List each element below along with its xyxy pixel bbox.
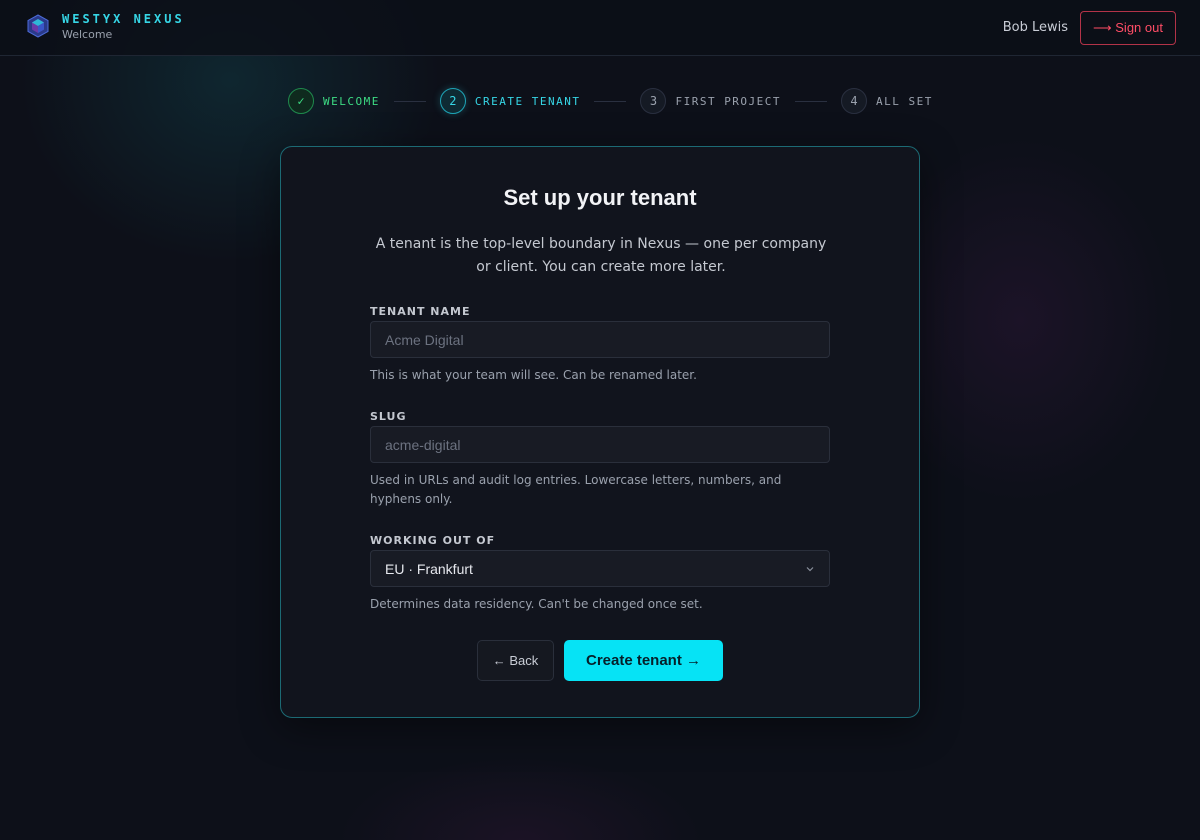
region-label: WORKING OUT OF bbox=[370, 534, 496, 547]
user-name: Bob Lewis bbox=[1002, 20, 1068, 35]
step-connector bbox=[393, 100, 426, 102]
step-all-set: 4 ALL SET bbox=[841, 88, 933, 114]
slug-label: SLUG bbox=[370, 410, 407, 423]
page-title: Set up your tenant bbox=[503, 185, 697, 210]
tenant-name-help: This is what your team will see. Can be … bbox=[370, 368, 697, 382]
step-create-tenant-label: CREATE TENANT bbox=[474, 94, 581, 108]
sign-out-button[interactable]: ⟶ Sign out bbox=[1080, 11, 1176, 45]
tenant-setup-card: Set up your tenant A tenant is the top-l… bbox=[280, 146, 920, 718]
step-first-project: 3 FIRST PROJECT bbox=[640, 88, 781, 114]
brand-name: WESTYX NEXUS bbox=[62, 12, 185, 26]
step-first-project-number: 3 bbox=[640, 88, 667, 114]
top-bar: WESTYX NEXUS Welcome Bob Lewis ⟶ Sign ou… bbox=[0, 0, 1200, 56]
region-selected-value: EU · Frankfurt bbox=[385, 560, 473, 577]
page-description: A tenant is the top-level boundary in Ne… bbox=[375, 236, 827, 275]
slug-input[interactable] bbox=[370, 426, 830, 463]
step-create-tenant-number: 2 bbox=[439, 88, 466, 114]
step-first-project-label: FIRST PROJECT bbox=[675, 94, 782, 108]
region-help: Determines data residency. Can't be chan… bbox=[370, 597, 703, 611]
step-all-set-number: 4 bbox=[841, 88, 868, 114]
region-select[interactable]: EU · Frankfurt bbox=[370, 550, 830, 587]
create-tenant-button[interactable]: Create tenant → bbox=[564, 640, 723, 681]
back-button[interactable]: ← Back bbox=[477, 640, 554, 681]
brand-subtitle: Welcome bbox=[62, 28, 113, 41]
step-connector bbox=[594, 100, 627, 102]
step-all-set-label: ALL SET bbox=[876, 94, 933, 108]
brand: WESTYX NEXUS Welcome bbox=[62, 12, 185, 42]
step-welcome-check-icon: ✓ bbox=[288, 88, 314, 114]
tenant-name-input[interactable] bbox=[370, 321, 830, 358]
step-connector bbox=[795, 100, 828, 102]
onboarding-stepper: ✓ WELCOME 2 CREATE TENANT 3 FIRST PROJEC… bbox=[288, 88, 933, 114]
step-create-tenant: 2 CREATE TENANT bbox=[439, 88, 581, 114]
slug-help: Used in URLs and audit log entries. Lowe… bbox=[370, 473, 782, 506]
tenant-name-label: TENANT NAME bbox=[370, 305, 471, 318]
logo-icon bbox=[27, 14, 49, 38]
chevron-down-icon bbox=[806, 566, 814, 571]
step-welcome-label: WELCOME bbox=[323, 94, 380, 108]
step-welcome: ✓ WELCOME bbox=[288, 88, 380, 114]
